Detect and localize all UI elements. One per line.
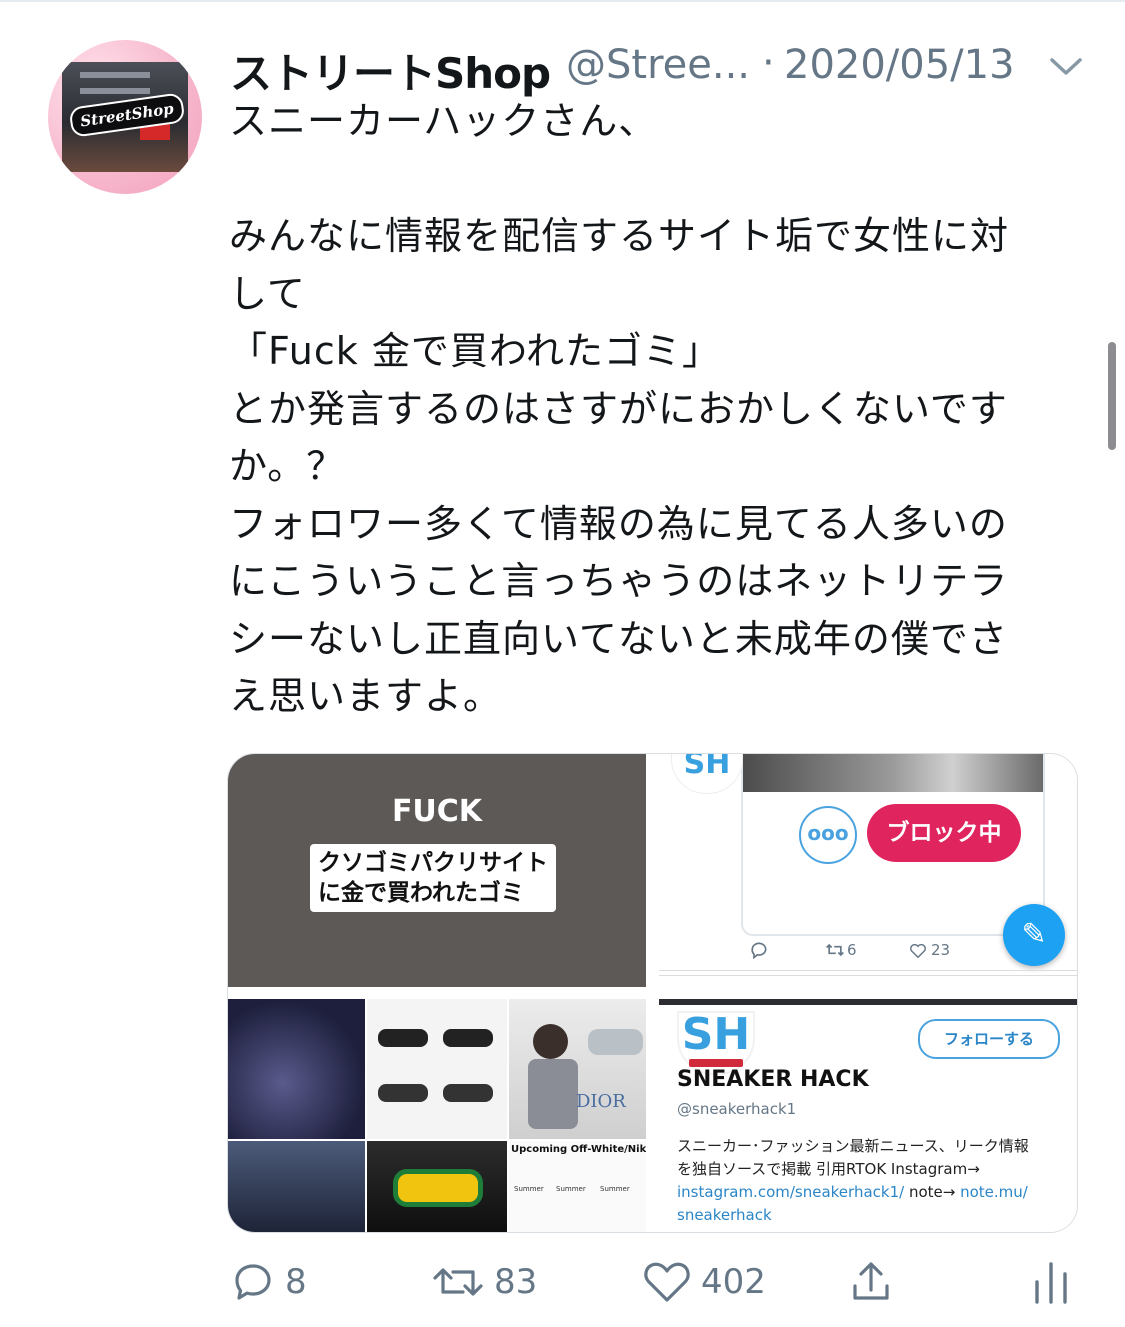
image2-action-row: 6 23 bbox=[741, 940, 1041, 964]
image1-caption: クソゴミパクリサイト に金で買われたゴミ bbox=[310, 844, 556, 912]
author-name[interactable]: ストリートShop bbox=[230, 40, 551, 101]
media-grid: FUCK クソゴミパクリサイト に金で買われたゴミ SH ooo ブロック中 6… bbox=[227, 753, 1078, 1233]
image1-caption-line: に金で買われたゴミ bbox=[318, 880, 524, 906]
media-image-2[interactable]: SH ooo ブロック中 6 23 ✎ bbox=[659, 754, 1077, 987]
chevron-down-icon[interactable] bbox=[1046, 46, 1086, 86]
image2-sh-logo: SH bbox=[671, 754, 743, 794]
image2-reply-icon bbox=[749, 940, 769, 964]
image3-item-label: Summer bbox=[556, 1185, 586, 1193]
image4-bio: スニーカー･ファッション最新ニュース、リーク情報 を独自ソースで掲載 引用RTO… bbox=[677, 1135, 1067, 1227]
image4-follow-button: フォローする bbox=[918, 1019, 1060, 1059]
compose-icon: ✎ bbox=[1003, 904, 1065, 966]
image4-bio-line: スニーカー･ファッション最新ニュース、リーク情報 bbox=[677, 1137, 1029, 1155]
tweet-text-line: え思いますよ。 bbox=[229, 674, 503, 718]
tweet-text-line: して bbox=[229, 271, 306, 316]
tweet-text-line: フォロワー多くて情報の為に見てる人多いの bbox=[229, 501, 1008, 546]
image2-like-icon bbox=[909, 942, 927, 962]
tweet-text-line bbox=[229, 151, 1079, 209]
media-image-3[interactable]: DIOR Upcoming Off-White/Nike Summer Summ… bbox=[228, 999, 646, 1232]
tweet-text: スニーカーハックさん、 みんなに情報を配信するサイト垢で女性に対 して 「Fuc… bbox=[229, 93, 1079, 726]
image2-more-button: ooo bbox=[799, 806, 857, 864]
image4-bio-link: instagram.com/sneakerhack1/ bbox=[677, 1183, 905, 1201]
author-avatar[interactable]: StreetShop bbox=[48, 40, 202, 194]
share-icon bbox=[853, 1262, 889, 1300]
image4-bio-line: instagram.com/sneakerhack1/ note→ note.m… bbox=[677, 1181, 1067, 1204]
retweet-button[interactable]: 83 bbox=[430, 1252, 570, 1312]
tweet-text-line: とか発言するのはさすがにおかしくないです bbox=[229, 386, 1008, 431]
tweet-text-line: みんなに情報を配信するサイト垢で女性に対 bbox=[229, 214, 1010, 258]
image4-bio-line: を独自ソースで掲載 引用RTOK Instagram→ bbox=[677, 1160, 980, 1178]
image2-like-count: 23 bbox=[931, 941, 951, 959]
image3-item-label: Summer bbox=[514, 1185, 544, 1193]
media-image-1[interactable]: FUCK クソゴミパクリサイト に金で買われたゴミ bbox=[228, 754, 646, 987]
tweet-text-line: か。？ bbox=[229, 444, 346, 488]
analytics-icon bbox=[1035, 1262, 1067, 1304]
image4-bio-link: sneakerhack bbox=[677, 1206, 772, 1224]
image4-profile-handle: @sneakerhack1 bbox=[677, 1100, 797, 1118]
image2-divider bbox=[659, 970, 1077, 976]
image3-photo-grid: DIOR Upcoming Off-White/Nike Summer Summ… bbox=[228, 999, 646, 1232]
tweet-text-line: にこういうこと言っちゃうのはネットリテラ bbox=[229, 559, 1009, 603]
tweet-date[interactable]: 2020/05/13 bbox=[784, 42, 1015, 88]
retweet-icon bbox=[433, 1268, 483, 1296]
image4-top-bar bbox=[659, 999, 1077, 1005]
analytics-button[interactable] bbox=[1029, 1252, 1073, 1312]
image4-bio-text: note→ bbox=[904, 1183, 961, 1201]
reply-count: 8 bbox=[285, 1262, 307, 1302]
image4-sh-logo-text: SH bbox=[681, 1009, 751, 1060]
like-count: 402 bbox=[701, 1262, 766, 1302]
tweet-text-line: スニーカーハックさん、 bbox=[229, 99, 658, 143]
like-icon bbox=[644, 1262, 690, 1302]
image3-banner: Upcoming Off-White/Nike bbox=[511, 1144, 646, 1155]
image1-caption-line: クソゴミパクリサイト bbox=[318, 850, 548, 876]
image4-bio-link: note.mu/ bbox=[960, 1183, 1028, 1201]
avatar-shelf bbox=[80, 88, 150, 94]
share-button[interactable] bbox=[847, 1252, 899, 1312]
tweet-text-line: シーないし正直向いてないと未成年の僕でさ bbox=[229, 616, 1008, 661]
like-button[interactable]: 402 bbox=[641, 1252, 791, 1312]
image3-item-label: Summer bbox=[600, 1185, 630, 1193]
tweet-text-line: 「Fuck 金で買われたゴミ」 bbox=[229, 329, 721, 373]
image2-retweet-icon bbox=[825, 942, 845, 962]
author-handle[interactable]: @Stree... bbox=[566, 42, 750, 88]
image4-sh-logo: SH bbox=[677, 1011, 755, 1075]
retweet-count: 83 bbox=[494, 1262, 538, 1302]
image4-logo-bar bbox=[689, 1059, 743, 1067]
top-divider bbox=[0, 0, 1125, 2]
image4-profile-name: SNEAKER HACK bbox=[677, 1067, 869, 1092]
reply-button[interactable]: 8 bbox=[227, 1252, 327, 1312]
image2-blocked-button: ブロック中 bbox=[867, 804, 1021, 862]
image4-bio-line: sneakerhack bbox=[677, 1204, 1067, 1227]
tweet-action-bar: 8 83 402 bbox=[227, 1252, 1087, 1312]
media-image-4[interactable]: SH フォローする SNEAKER HACK @sneakerhack1 スニー… bbox=[659, 999, 1077, 1232]
header-separator: · bbox=[762, 40, 775, 86]
image2-retweet-count: 6 bbox=[847, 941, 857, 959]
scrollbar[interactable] bbox=[1108, 342, 1116, 450]
avatar-shelf bbox=[80, 72, 150, 78]
image3-brand-text: DIOR bbox=[576, 1091, 626, 1112]
reply-icon bbox=[235, 1264, 271, 1300]
image1-headline: FUCK bbox=[391, 794, 483, 829]
tweet-header: ストリートShop @Stree... · 2020/05/13 bbox=[230, 34, 1090, 98]
